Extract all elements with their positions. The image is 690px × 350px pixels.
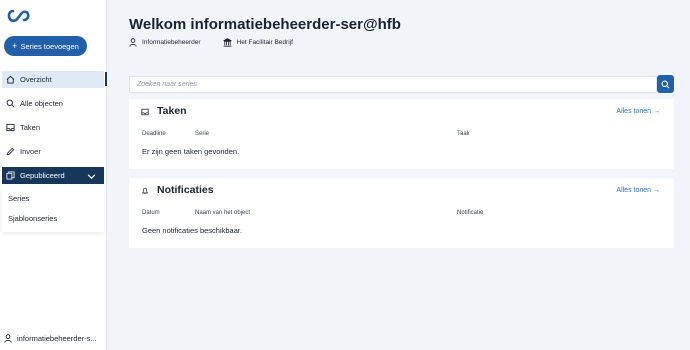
user-meta: Informatiebeheerder Het Facilitair Bedri… (129, 38, 293, 47)
tasks-col-taak: Taak (457, 131, 470, 137)
user-role: Informatiebeheerder (142, 39, 201, 46)
arrow-right-icon: → (653, 108, 660, 115)
sidebar-item-label: Overzicht (20, 75, 52, 84)
submenu-item-series[interactable]: Series (8, 194, 29, 203)
plus-icon: + (12, 40, 18, 51)
notifications-empty-message: Geen notificaties beschikbaar. (142, 226, 243, 235)
sidebar-item-alle-objecten[interactable]: Alle objecten (2, 95, 104, 112)
pencil-icon (6, 147, 15, 156)
add-series-label: Series toevoegen (20, 41, 79, 51)
sidebar-item-gepubliceerd[interactable]: Gepubliceerd (2, 167, 104, 184)
page-title: Welkom informatiebeheerder-ser@hfb (129, 16, 401, 33)
tasks-col-serie: Serie (195, 131, 210, 137)
show-all-label: Alles tonen (616, 187, 652, 194)
building-icon (222, 38, 232, 47)
tasks-title: Taken (157, 105, 187, 117)
notifications-card: Notificaties Alles tonen → Datum Naam va… (129, 178, 674, 248)
sidebar-item-label: Alle objecten (20, 99, 63, 108)
sidebar-item-label: Gepubliceerd (20, 171, 65, 180)
active-indicator (105, 72, 107, 86)
user-icon (4, 334, 12, 343)
arrow-right-icon: → (653, 187, 660, 194)
add-series-button[interactable]: + Series toevoegen (4, 36, 87, 56)
sidebar-item-overzicht[interactable]: Overzicht (2, 71, 104, 88)
home-icon (6, 75, 15, 84)
tasks-empty-message: Er zijn geen taken gevonden. (142, 147, 240, 156)
tasks-col-deadline: Deadline (142, 131, 166, 137)
tasks-card: Taken Alles tonen → Deadline Serie Taak … (129, 99, 674, 169)
user-name: informatiebeheerder-s... (17, 334, 97, 343)
search-input[interactable]: Zoeken naar series (129, 76, 657, 93)
published-submenu: Series Sjabloonseries (2, 186, 104, 232)
copy-icon (6, 171, 15, 180)
bell-icon (141, 187, 149, 195)
search-button[interactable] (657, 75, 674, 93)
show-all-label: Alles tonen (616, 108, 652, 115)
sidebar-item-invoer[interactable]: Invoer (2, 143, 104, 160)
logo-icon[interactable] (7, 8, 31, 24)
sidebar: + Series toevoegen Overzicht Alle object… (0, 0, 107, 350)
sidebar-item-label: Invoer (20, 147, 41, 156)
notifications-col-notificatie: Notificatie (457, 210, 484, 216)
notifications-col-datum: Datum (142, 210, 160, 216)
user-icon (129, 38, 137, 47)
submenu-item-sjabloonseries[interactable]: Sjabloonseries (8, 214, 57, 223)
notifications-show-all-link[interactable]: Alles tonen → (616, 187, 660, 194)
organisation-name: Het Facilitair Bedrijf (236, 39, 293, 46)
chevron-down-icon (87, 174, 96, 179)
notifications-col-naam: Naam van het object (195, 210, 251, 216)
inbox-icon (6, 123, 15, 132)
sidebar-item-taken[interactable]: Taken (2, 119, 104, 136)
inbox-icon (141, 108, 149, 116)
tasks-show-all-link[interactable]: Alles tonen → (616, 108, 660, 115)
notifications-title: Notificaties (157, 184, 214, 196)
user-menu[interactable]: informatiebeheerder-s... (4, 334, 97, 343)
search-icon (661, 80, 670, 88)
sidebar-item-label: Taken (20, 123, 41, 132)
search-icon (6, 99, 15, 108)
